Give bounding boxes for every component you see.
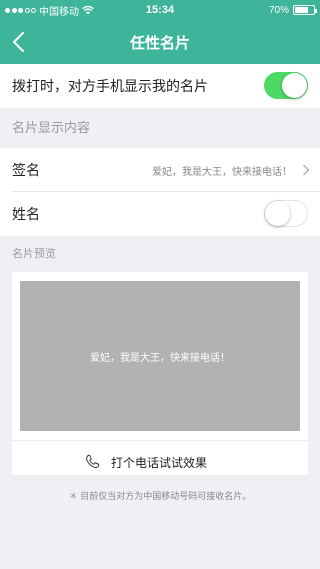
toggle-knob	[265, 201, 290, 226]
footnote: ＊ 目前仅当对方为中国移动号码可接收名片。	[68, 491, 252, 501]
test-call-label: 打个电话试试效果	[110, 455, 207, 470]
battery-icon	[293, 5, 317, 15]
card-preview-text: 爱妃，我是大王，快来接电话！	[90, 352, 230, 364]
dial-show-card-toggle[interactable]	[264, 72, 308, 99]
test-call-button[interactable]: 打个电话试试效果	[12, 441, 308, 483]
card-preview-image: 爱妃，我是大王，快来接电话！	[20, 281, 300, 431]
preview-section-title: 名片预览	[12, 248, 56, 260]
phone-icon	[86, 454, 100, 469]
toggle-knob	[282, 73, 307, 98]
name-toggle[interactable]	[264, 200, 308, 227]
chevron-left-icon[interactable]	[8, 30, 32, 54]
preview-card: 爱妃，我是大王，快来接电话！ 打个电话试试效果	[12, 272, 308, 475]
chevron-right-icon	[302, 164, 310, 176]
status-bar: 中国移动 15:34 70%	[0, 0, 320, 20]
signature-value: 爱妃，我是大王，快来接电话！	[152, 166, 292, 178]
name-label: 姓名	[12, 206, 40, 222]
signature-label: 签名	[12, 162, 40, 178]
page-title: 任性名片	[129, 34, 190, 52]
navigation-bar: 任性名片	[0, 20, 320, 64]
clock: 15:34	[145, 4, 175, 16]
dial-show-card-row: 拨打时，对方手机显示我的名片	[0, 64, 320, 108]
header: 中国移动 15:34 70% 任性名片	[0, 0, 320, 64]
name-row: 姓名	[0, 192, 320, 236]
signature-row[interactable]: 签名 爱妃，我是大王，快来接电话！	[0, 148, 320, 192]
dial-show-card-label: 拨打时，对方手机显示我的名片	[12, 78, 208, 94]
content-section-title: 名片显示内容	[12, 120, 91, 135]
